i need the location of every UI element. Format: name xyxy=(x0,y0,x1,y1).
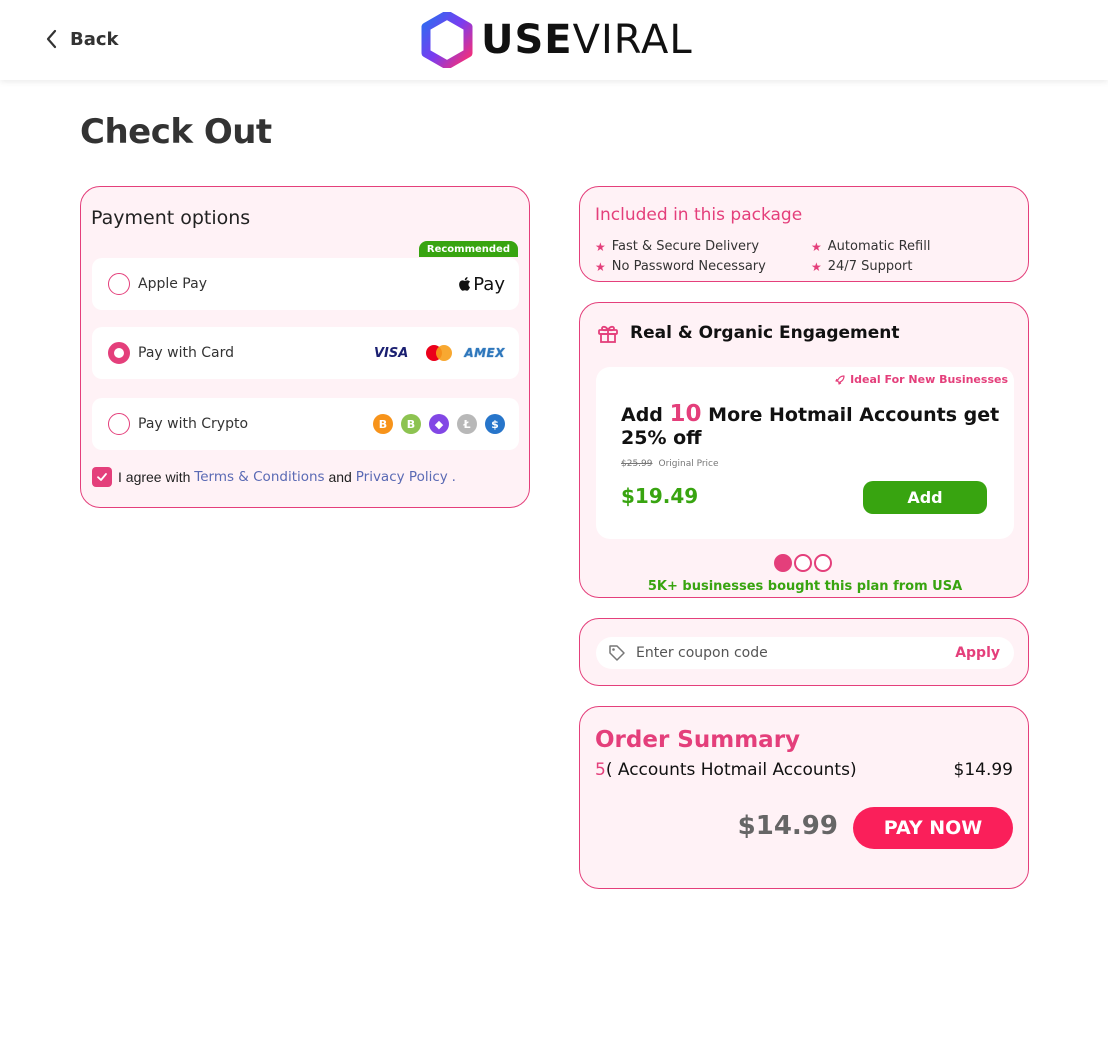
rocket-icon xyxy=(835,374,845,385)
back-button[interactable]: Back xyxy=(44,28,119,50)
offer-quantity: 10 xyxy=(669,401,702,427)
apple-pay-radio[interactable] xyxy=(108,273,130,295)
star-icon: ★ xyxy=(595,259,606,274)
offer-text: Add 10 More Hotmail Accounts get 25% off xyxy=(621,401,1000,450)
order-total: $14.99 xyxy=(737,811,838,841)
mastercard-icon xyxy=(426,345,453,361)
crypto-label: Pay with Crypto xyxy=(138,416,249,432)
agree-terms-row: I agree with Terms & Conditions and Priv… xyxy=(92,467,456,487)
offer-price: $19.49 xyxy=(621,484,699,508)
ideal-for-label: Ideal For New Businesses xyxy=(834,373,1008,386)
social-proof-text: 5K+ businesses bought this plan from USA xyxy=(647,579,963,594)
chevron-left-icon xyxy=(46,29,57,49)
option-pay-with-card[interactable]: Pay with Card VISA AMEX xyxy=(92,327,519,379)
included-package-card: Included in this package ★ Fast & Secure … xyxy=(579,186,1029,282)
litecoin-icon: Ł xyxy=(457,414,477,434)
original-price: $25.99 Original Price xyxy=(621,459,719,469)
recommended-badge: Recommended xyxy=(418,241,518,257)
order-summary-card: Order Summary 5 ( Accounts Hotmail Accou… xyxy=(579,706,1029,889)
agree-and: and xyxy=(328,469,352,485)
payment-options-card: Payment options Recommended Apple Pay Pa… xyxy=(80,186,530,508)
pay-now-button[interactable]: PAY NOW xyxy=(853,807,1013,849)
star-icon: ★ xyxy=(595,239,606,254)
card-radio[interactable] xyxy=(108,342,130,364)
gift-icon xyxy=(598,325,618,343)
tag-icon xyxy=(609,645,625,661)
engagement-header: Real & Organic Engagement xyxy=(596,321,900,345)
ethereum-icon: ◆ xyxy=(429,414,449,434)
order-summary-title: Order Summary xyxy=(595,727,801,753)
engagement-card: Real & Organic Engagement Ideal For New … xyxy=(579,302,1029,598)
hexagon-logo-icon xyxy=(421,12,473,68)
apple-icon xyxy=(459,277,471,291)
order-item-label: ( Accounts Hotmail Accounts) xyxy=(605,760,857,780)
upsell-offer: Ideal For New Businesses Add 10 More Hot… xyxy=(596,367,1014,539)
coupon-card: Apply xyxy=(579,618,1029,686)
bitcoin-icon: B xyxy=(373,414,393,434)
bitcoin-cash-icon: B xyxy=(401,414,421,434)
card-label: Pay with Card xyxy=(138,345,235,361)
included-title: Included in this package xyxy=(595,205,803,225)
included-item: ★ Fast & Secure Delivery xyxy=(595,239,760,254)
amex-logo: AMEX xyxy=(464,346,505,360)
order-item-price: $14.99 xyxy=(953,760,1013,780)
star-icon: ★ xyxy=(811,259,822,274)
terms-link[interactable]: Terms & Conditions xyxy=(194,469,324,485)
included-item: ★ 24/7 Support xyxy=(811,259,913,274)
coupon-field: Apply xyxy=(596,637,1014,669)
check-icon xyxy=(97,473,107,481)
engagement-title: Real & Organic Engagement xyxy=(630,323,900,343)
order-quantity: 5 xyxy=(595,760,606,780)
top-header: Back USEVIRAL xyxy=(0,0,1108,80)
privacy-link[interactable]: Privacy Policy xyxy=(356,469,448,485)
agree-suffix: . xyxy=(451,469,456,485)
star-icon: ★ xyxy=(811,239,822,254)
apple-pay-logo: Pay xyxy=(457,274,505,295)
add-offer-button[interactable]: Add xyxy=(863,481,987,514)
agree-checkbox[interactable] xyxy=(92,467,112,487)
useviral-logo[interactable]: USEVIRAL xyxy=(421,12,693,68)
option-pay-with-crypto[interactable]: Pay with Crypto B B ◆ Ł $ xyxy=(92,398,519,450)
included-item: ★ No Password Necessary xyxy=(595,259,766,274)
back-label: Back xyxy=(70,28,119,50)
agree-prefix: I agree with xyxy=(118,469,191,485)
apple-pay-logo-text: Pay xyxy=(473,273,505,295)
logo-wordmark: USEVIRAL xyxy=(481,17,693,63)
included-item: ★ Automatic Refill xyxy=(811,239,931,254)
apple-pay-label: Apple Pay xyxy=(138,276,207,292)
apply-coupon-button[interactable]: Apply xyxy=(955,645,1000,661)
page-title: Check Out xyxy=(80,112,272,152)
carousel-dot[interactable] xyxy=(814,554,832,572)
coupon-input[interactable] xyxy=(636,645,936,661)
carousel-dots xyxy=(774,554,832,572)
crypto-coins: B B ◆ Ł $ xyxy=(373,414,505,434)
carousel-dot[interactable] xyxy=(794,554,812,572)
option-apple-pay[interactable]: Apple Pay Pay xyxy=(92,258,519,310)
usdc-icon: $ xyxy=(485,414,505,434)
order-line-item: 5 ( Accounts Hotmail Accounts) $14.99 xyxy=(595,760,1013,780)
crypto-radio[interactable] xyxy=(108,413,130,435)
payment-options-title: Payment options xyxy=(91,207,251,229)
visa-logo: VISA xyxy=(373,345,409,361)
carousel-dot[interactable] xyxy=(774,554,792,572)
